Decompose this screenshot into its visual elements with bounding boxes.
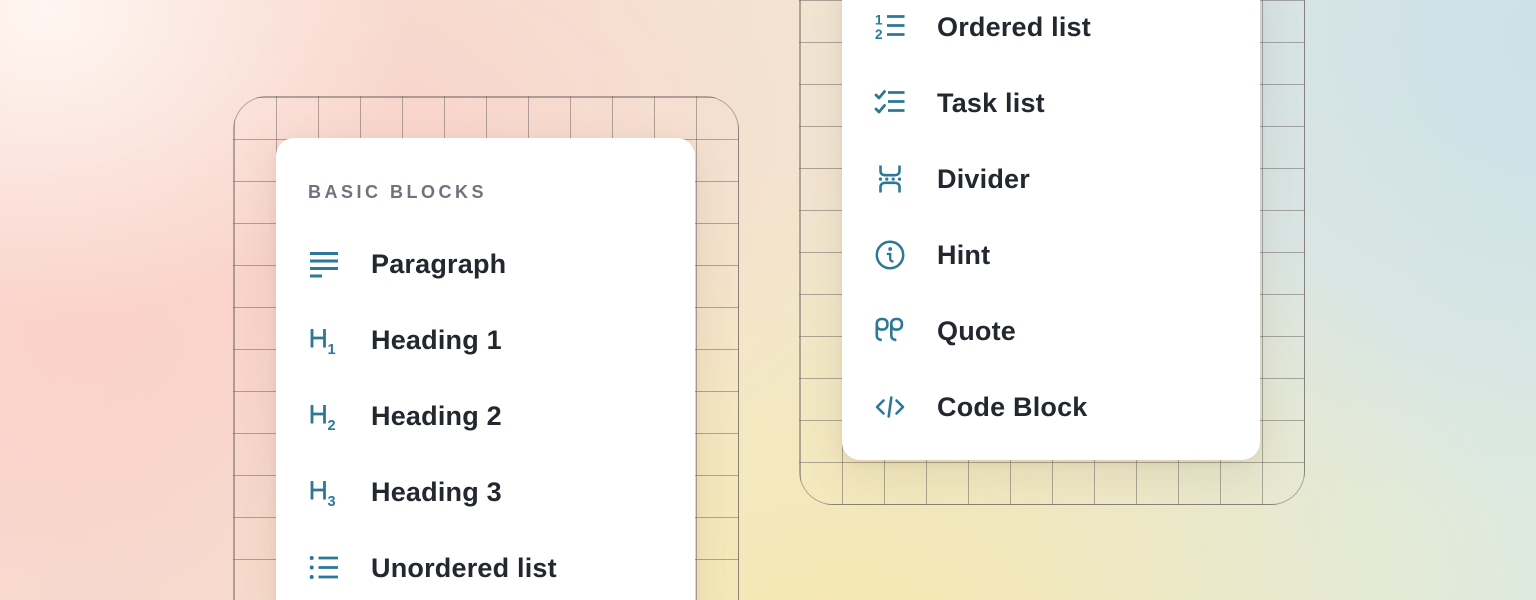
heading-1-icon: 1 bbox=[308, 324, 340, 356]
code-block-icon bbox=[874, 391, 906, 423]
menu-item-label: Quote bbox=[937, 316, 1016, 347]
menu-item[interactable]: Code Block bbox=[842, 369, 1260, 445]
basic-blocks-menu: BASIC BLOCKS Paragraph 1 Heading 1 2 Hea… bbox=[276, 138, 695, 600]
menu-item[interactable]: Task list bbox=[842, 65, 1260, 141]
ordered-list-icon: 12 bbox=[874, 11, 906, 43]
hint-icon bbox=[874, 239, 906, 271]
menu-item[interactable]: Hint bbox=[842, 217, 1260, 293]
svg-text:1: 1 bbox=[875, 13, 883, 28]
illustration-canvas: BASIC BLOCKS Paragraph 1 Heading 1 2 Hea… bbox=[0, 0, 1536, 600]
divider-icon bbox=[874, 163, 906, 195]
basic-blocks-section-header: BASIC BLOCKS bbox=[308, 182, 695, 203]
heading-3-icon: 3 bbox=[308, 476, 340, 508]
menu-item-label: Task list bbox=[937, 88, 1045, 119]
menu-item[interactable]: 1 Heading 1 bbox=[276, 302, 695, 378]
menu-item-label: Ordered list bbox=[937, 12, 1091, 43]
heading-2-icon: 2 bbox=[308, 400, 340, 432]
menu-item[interactable]: Paragraph bbox=[276, 226, 695, 302]
menu-item-list: 12 Ordered list Task list Divider Hint Q… bbox=[842, 0, 1260, 445]
menu-item[interactable]: 3 Heading 3 bbox=[276, 454, 695, 530]
svg-text:2: 2 bbox=[875, 27, 883, 42]
menu-item-label: Code Block bbox=[937, 392, 1088, 423]
menu-item[interactable]: Quote bbox=[842, 293, 1260, 369]
paragraph-icon bbox=[308, 248, 340, 280]
menu-item-label: Heading 2 bbox=[371, 401, 502, 432]
menu-item-label: Unordered list bbox=[371, 553, 557, 584]
insert-blocks-menu: 12 Ordered list Task list Divider Hint Q… bbox=[842, 0, 1260, 460]
menu-item[interactable]: Unordered list bbox=[276, 530, 695, 600]
unordered-list-icon bbox=[308, 552, 340, 584]
task-list-icon bbox=[874, 87, 906, 119]
menu-item[interactable]: Divider bbox=[842, 141, 1260, 217]
menu-item-label: Heading 1 bbox=[371, 325, 502, 356]
menu-item-label: Divider bbox=[937, 164, 1030, 195]
menu-item-label: Hint bbox=[937, 240, 990, 271]
svg-text:3: 3 bbox=[328, 494, 336, 508]
quote-icon bbox=[874, 315, 906, 347]
menu-item-list: Paragraph 1 Heading 1 2 Heading 2 3 Head… bbox=[276, 226, 695, 600]
menu-item[interactable]: 12 Ordered list bbox=[842, 0, 1260, 65]
svg-text:1: 1 bbox=[328, 342, 336, 356]
menu-item-label: Paragraph bbox=[371, 249, 506, 280]
svg-text:2: 2 bbox=[328, 418, 336, 432]
menu-item-label: Heading 3 bbox=[371, 477, 502, 508]
menu-item[interactable]: 2 Heading 2 bbox=[276, 378, 695, 454]
